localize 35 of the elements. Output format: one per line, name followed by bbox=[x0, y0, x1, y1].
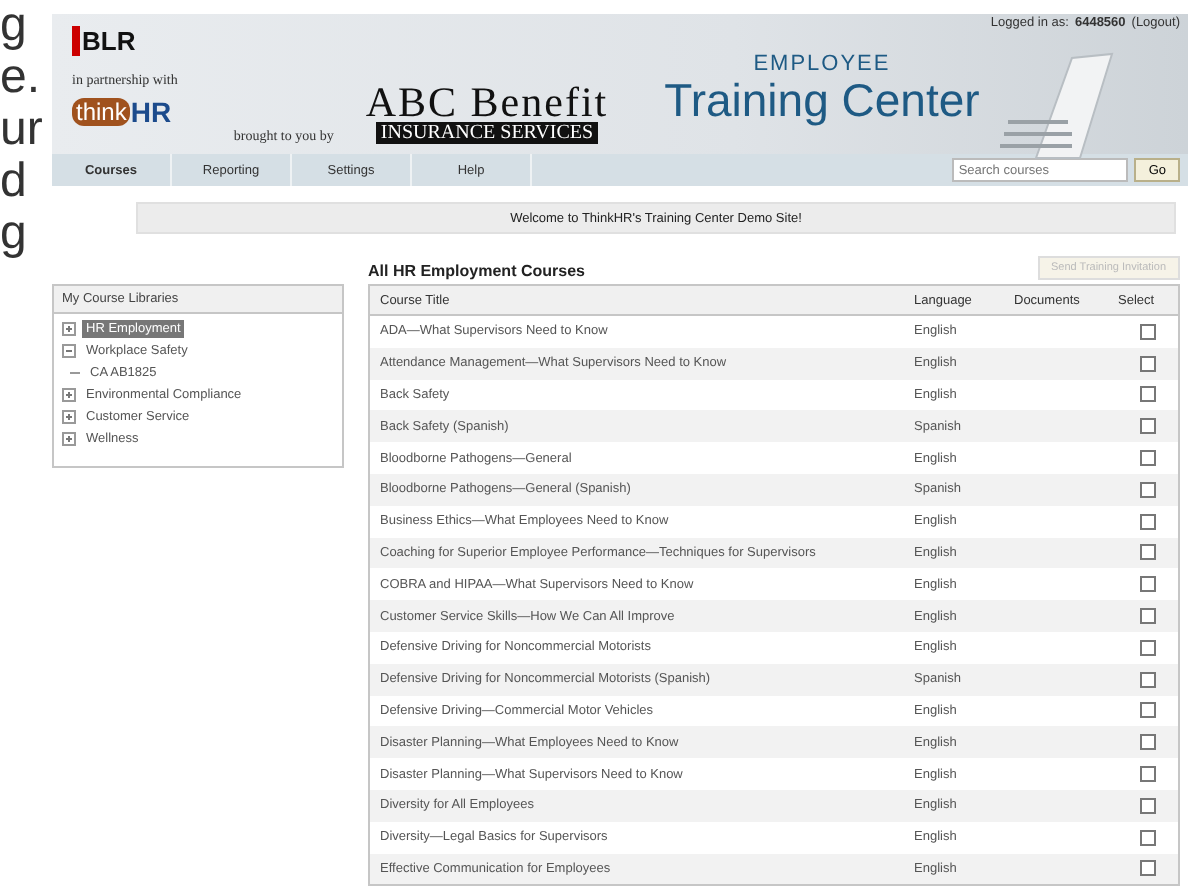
expand-icon[interactable] bbox=[62, 410, 76, 424]
expand-icon[interactable] bbox=[62, 388, 76, 402]
cut-off-text: ur bbox=[0, 104, 43, 156]
collapse-icon[interactable] bbox=[62, 344, 76, 358]
tree-line-icon bbox=[70, 368, 80, 378]
select-checkbox[interactable] bbox=[1140, 608, 1156, 625]
select-checkbox[interactable] bbox=[1140, 829, 1156, 846]
select-checkbox[interactable] bbox=[1140, 576, 1156, 593]
select-checkbox[interactable] bbox=[1140, 513, 1156, 530]
select-checkbox[interactable] bbox=[1140, 639, 1156, 656]
employee-text: EMPLOYEE bbox=[753, 54, 891, 76]
select-checkbox[interactable] bbox=[1140, 671, 1156, 688]
select-checkbox[interactable] bbox=[1140, 386, 1156, 403]
select-checkbox[interactable] bbox=[1140, 734, 1156, 751]
cut-off-text: g bbox=[0, 0, 27, 52]
select-checkbox[interactable] bbox=[1140, 702, 1156, 719]
select-checkbox[interactable] bbox=[1140, 797, 1156, 814]
section-title: All HR Employment Courses bbox=[368, 262, 585, 280]
select-checkbox[interactable] bbox=[1140, 860, 1156, 877]
select-checkbox[interactable] bbox=[1140, 481, 1156, 498]
cut-off-text: e. bbox=[0, 52, 41, 104]
training-center-title: Training Center bbox=[664, 76, 980, 124]
blr-logo: BLR bbox=[72, 26, 136, 56]
cut-off-text: d bbox=[0, 156, 27, 208]
select-checkbox[interactable] bbox=[1140, 450, 1156, 467]
expand-icon[interactable] bbox=[62, 322, 76, 336]
select-checkbox[interactable] bbox=[1140, 544, 1156, 561]
cut-off-text: g bbox=[0, 208, 27, 260]
select-checkbox[interactable] bbox=[1140, 355, 1156, 372]
select-checkbox[interactable] bbox=[1140, 766, 1156, 783]
expand-icon[interactable] bbox=[62, 432, 76, 446]
abc-benefit-logo: ABC Benefit INSURANCE SERVICES bbox=[365, 82, 609, 148]
select-checkbox[interactable] bbox=[1140, 323, 1156, 340]
thinkhr-logo: think HR bbox=[72, 96, 172, 128]
select-checkbox[interactable] bbox=[1140, 418, 1156, 435]
